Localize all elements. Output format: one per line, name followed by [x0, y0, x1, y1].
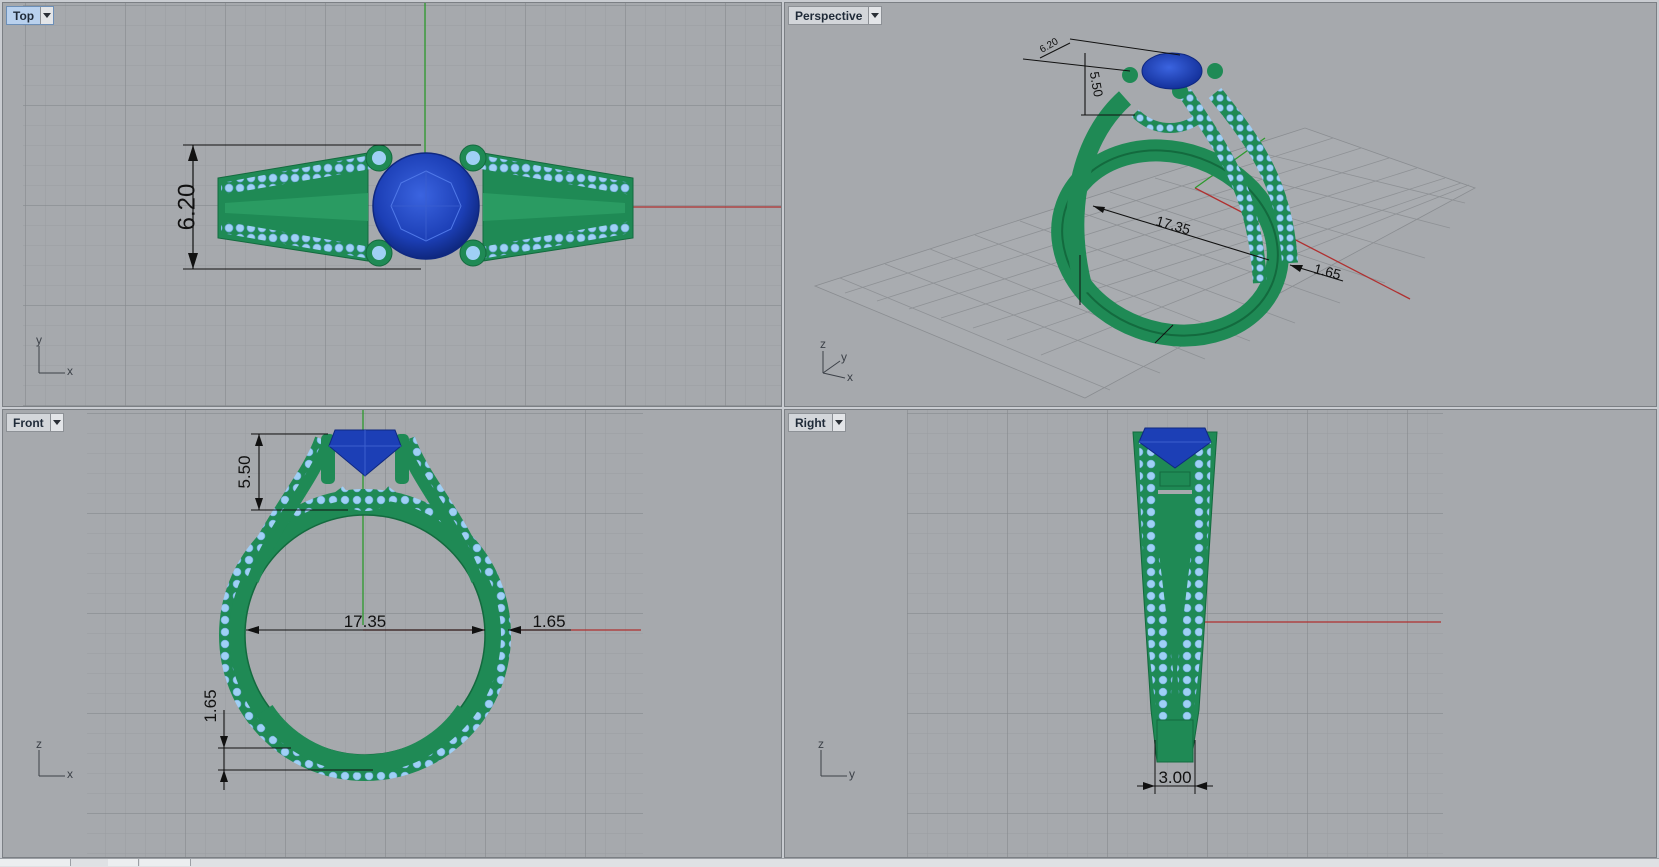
svg-text:x: x [67, 364, 73, 378]
viewport-tab-front[interactable]: Front [6, 413, 64, 432]
viewport-tab-perspective[interactable]: Perspective [788, 6, 883, 25]
svg-text:5.50: 5.50 [235, 455, 254, 488]
dim-label: 6.20 [173, 184, 200, 231]
svg-text:z: z [36, 737, 42, 751]
viewport-title: Perspective [795, 8, 863, 23]
viewport-title: Top [13, 8, 35, 23]
svg-text:x: x [847, 370, 853, 384]
svg-text:1.65: 1.65 [201, 689, 220, 722]
right-view-scene: 3.00 z y [785, 410, 1656, 857]
front-view-scene: 5.50 17.35 1.65 1.65 z x [3, 410, 781, 857]
center-stone-top [372, 152, 480, 260]
svg-text:3.00: 3.00 [1158, 768, 1191, 787]
bottom-tab[interactable] [108, 859, 139, 866]
viewport-right[interactable]: 3.00 z y Right [784, 409, 1657, 858]
viewport-tab-top[interactable]: Top [6, 6, 55, 25]
chevron-down-icon[interactable] [40, 7, 54, 24]
svg-text:y: y [841, 350, 847, 364]
bottom-tab[interactable] [140, 859, 191, 866]
viewport-tab-right[interactable]: Right [788, 413, 846, 432]
viewport-front[interactable]: 5.50 17.35 1.65 1.65 z x Front [2, 409, 782, 858]
top-view-scene: 6.20 y x [3, 3, 781, 406]
viewport-title: Right [795, 415, 826, 430]
svg-text:y: y [849, 767, 855, 781]
bottom-tab[interactable] [0, 859, 71, 866]
chevron-down-icon[interactable] [831, 414, 845, 431]
svg-text:z: z [818, 737, 824, 751]
chevron-down-icon[interactable] [49, 414, 63, 431]
perspective-view-scene: 6.20 5.50 17.35 1.65 z y x [785, 3, 1656, 406]
viewport-top[interactable]: 6.20 y x Top [2, 2, 782, 407]
viewport-title: Front [13, 415, 44, 430]
svg-text:z: z [820, 337, 826, 351]
svg-text:17.35: 17.35 [344, 612, 387, 631]
viewport-perspective[interactable]: 6.20 5.50 17.35 1.65 z y x Perspective [784, 2, 1657, 407]
svg-text:1.65: 1.65 [532, 612, 565, 631]
svg-text:y: y [36, 333, 42, 347]
svg-text:x: x [67, 767, 73, 781]
chevron-down-icon[interactable] [868, 7, 882, 24]
